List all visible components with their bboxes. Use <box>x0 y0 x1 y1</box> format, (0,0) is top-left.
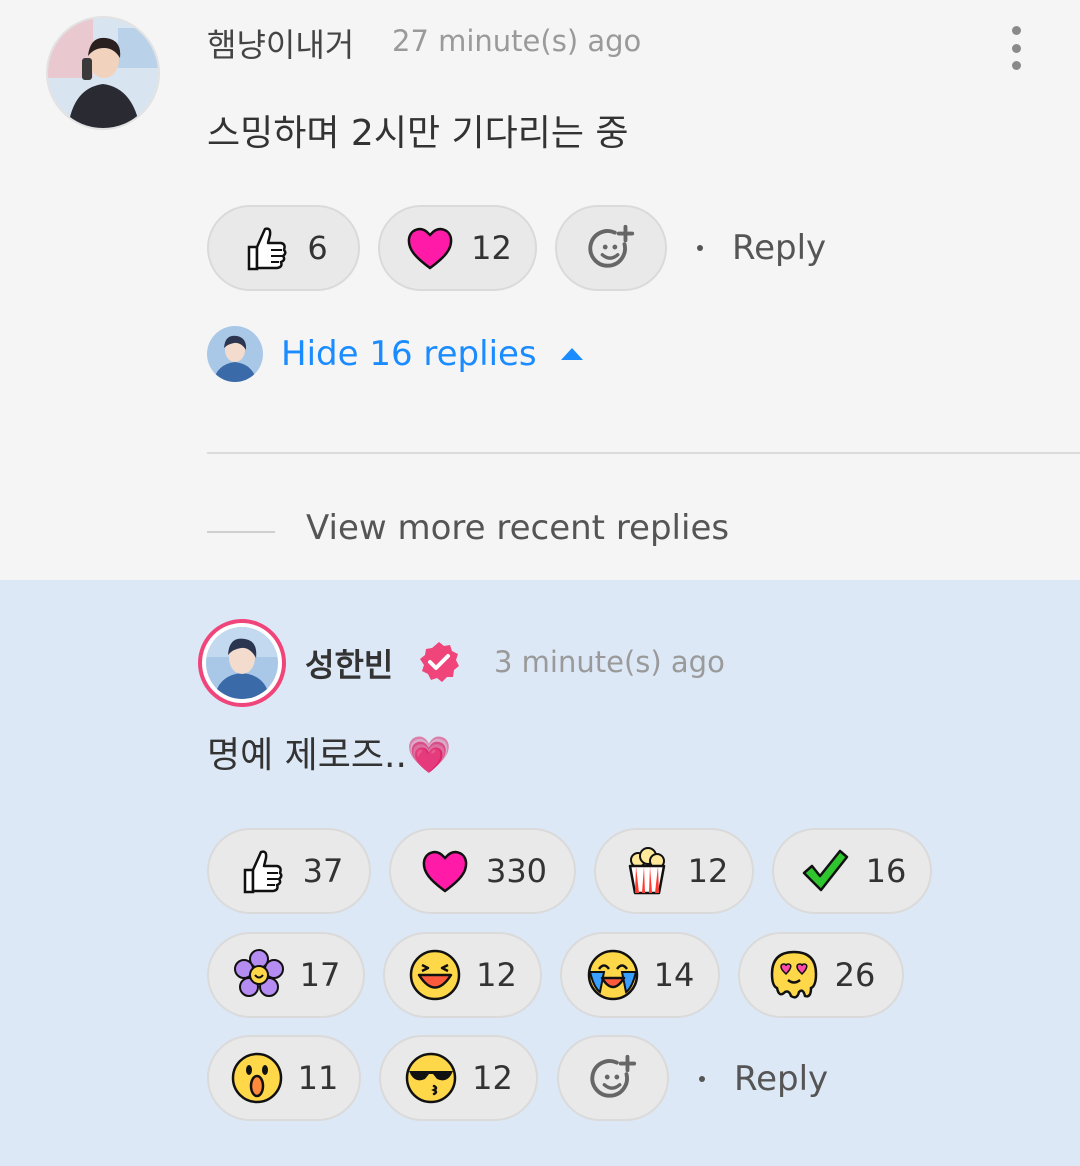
reply-author-mini-avatar <box>207 326 263 382</box>
heart-icon <box>403 221 457 275</box>
reaction-count: 6 <box>307 229 328 267</box>
reaction-count: 37 <box>302 852 344 890</box>
add-emoji-icon <box>586 1051 640 1105</box>
divider <box>207 452 1080 454</box>
more-dot-icon <box>1011 26 1021 35</box>
heart-icon <box>418 844 472 898</box>
reaction-chip-popcorn[interactable]: 12 <box>594 828 754 914</box>
reaction-count: 14 <box>653 956 695 994</box>
reaction-count: 12 <box>471 229 512 267</box>
more-dot-icon <box>1011 43 1021 53</box>
verified-badge-icon <box>420 642 459 682</box>
reaction-chip-heart-eyes[interactable]: 26 <box>738 932 904 1018</box>
reaction-chip-heart[interactable]: 330 <box>389 828 576 914</box>
reaction-count: 16 <box>865 852 907 890</box>
hide-replies-toggle[interactable]: Hide 16 replies <box>207 325 583 383</box>
reply-timestamp: 3 minute(s) ago <box>494 645 725 679</box>
reaction-chip-surprised[interactable]: 11 <box>207 1035 361 1121</box>
more-options-button[interactable] <box>996 22 1036 74</box>
reaction-count: 12 <box>472 1059 513 1097</box>
reaction-count: 330 <box>485 852 548 890</box>
reaction-chip-crying-laughing[interactable]: 14 <box>560 932 720 1018</box>
reaction-count: 26 <box>834 956 876 994</box>
reaction-chip-flower[interactable]: 17 <box>207 932 365 1018</box>
reaction-chip-thumbs-up[interactable]: 6 <box>207 205 360 291</box>
add-reaction-button[interactable] <box>557 1035 669 1121</box>
thumbs-up-icon <box>239 221 293 275</box>
separator-dot <box>697 245 703 251</box>
reply-text: 명예 제로즈..💗 <box>207 735 452 776</box>
commenter-avatar[interactable] <box>46 16 160 130</box>
laughing-face-icon <box>408 948 462 1002</box>
reaction-count: 11 <box>297 1059 339 1097</box>
reaction-chip-sunglasses[interactable]: 12 <box>379 1035 538 1121</box>
caret-up-icon <box>560 348 583 360</box>
reaction-chip-heart[interactable]: 12 <box>378 205 537 291</box>
add-emoji-icon <box>584 221 638 275</box>
reaction-count: 12 <box>476 956 517 994</box>
surprised-face-icon <box>230 1051 284 1105</box>
add-reaction-button[interactable] <box>555 205 667 291</box>
comment-section: 햄냥이내거 27 minute(s) ago 스밍하며 2시만 기다리는 중 6… <box>0 0 1080 580</box>
checkmark-icon <box>798 844 852 898</box>
reaction-count: 12 <box>687 852 729 890</box>
reply-button[interactable]: Reply <box>734 1059 828 1099</box>
sunglasses-kiss-face-icon <box>404 1051 458 1105</box>
thumbs-up-icon <box>235 844 289 898</box>
more-dot-icon <box>1011 61 1021 70</box>
hide-replies-label: Hide 16 replies <box>281 334 537 374</box>
heart-eyes-melting-face-icon <box>767 948 821 1002</box>
flower-icon <box>232 948 286 1002</box>
commenter-name[interactable]: 햄냥이내거 <box>207 20 354 66</box>
reply-button[interactable]: Reply <box>732 228 826 268</box>
view-more-replies-link[interactable]: View more recent replies <box>306 508 729 548</box>
reply-author-avatar[interactable] <box>198 619 286 707</box>
reply-author-name[interactable]: 성한빈 <box>305 640 393 686</box>
separator-dot <box>699 1076 705 1082</box>
comment-text: 스밍하며 2시만 기다리는 중 <box>207 113 629 154</box>
crying-laughing-face-icon <box>586 948 640 1002</box>
reaction-chip-checkmark[interactable]: 16 <box>772 828 932 914</box>
comment-timestamp: 27 minute(s) ago <box>392 24 642 58</box>
reaction-count: 17 <box>299 956 341 994</box>
reaction-chip-laughing[interactable]: 12 <box>383 932 542 1018</box>
reaction-chip-thumbs-up[interactable]: 37 <box>207 828 371 914</box>
popcorn-icon <box>620 844 674 898</box>
thread-line <box>207 531 275 533</box>
